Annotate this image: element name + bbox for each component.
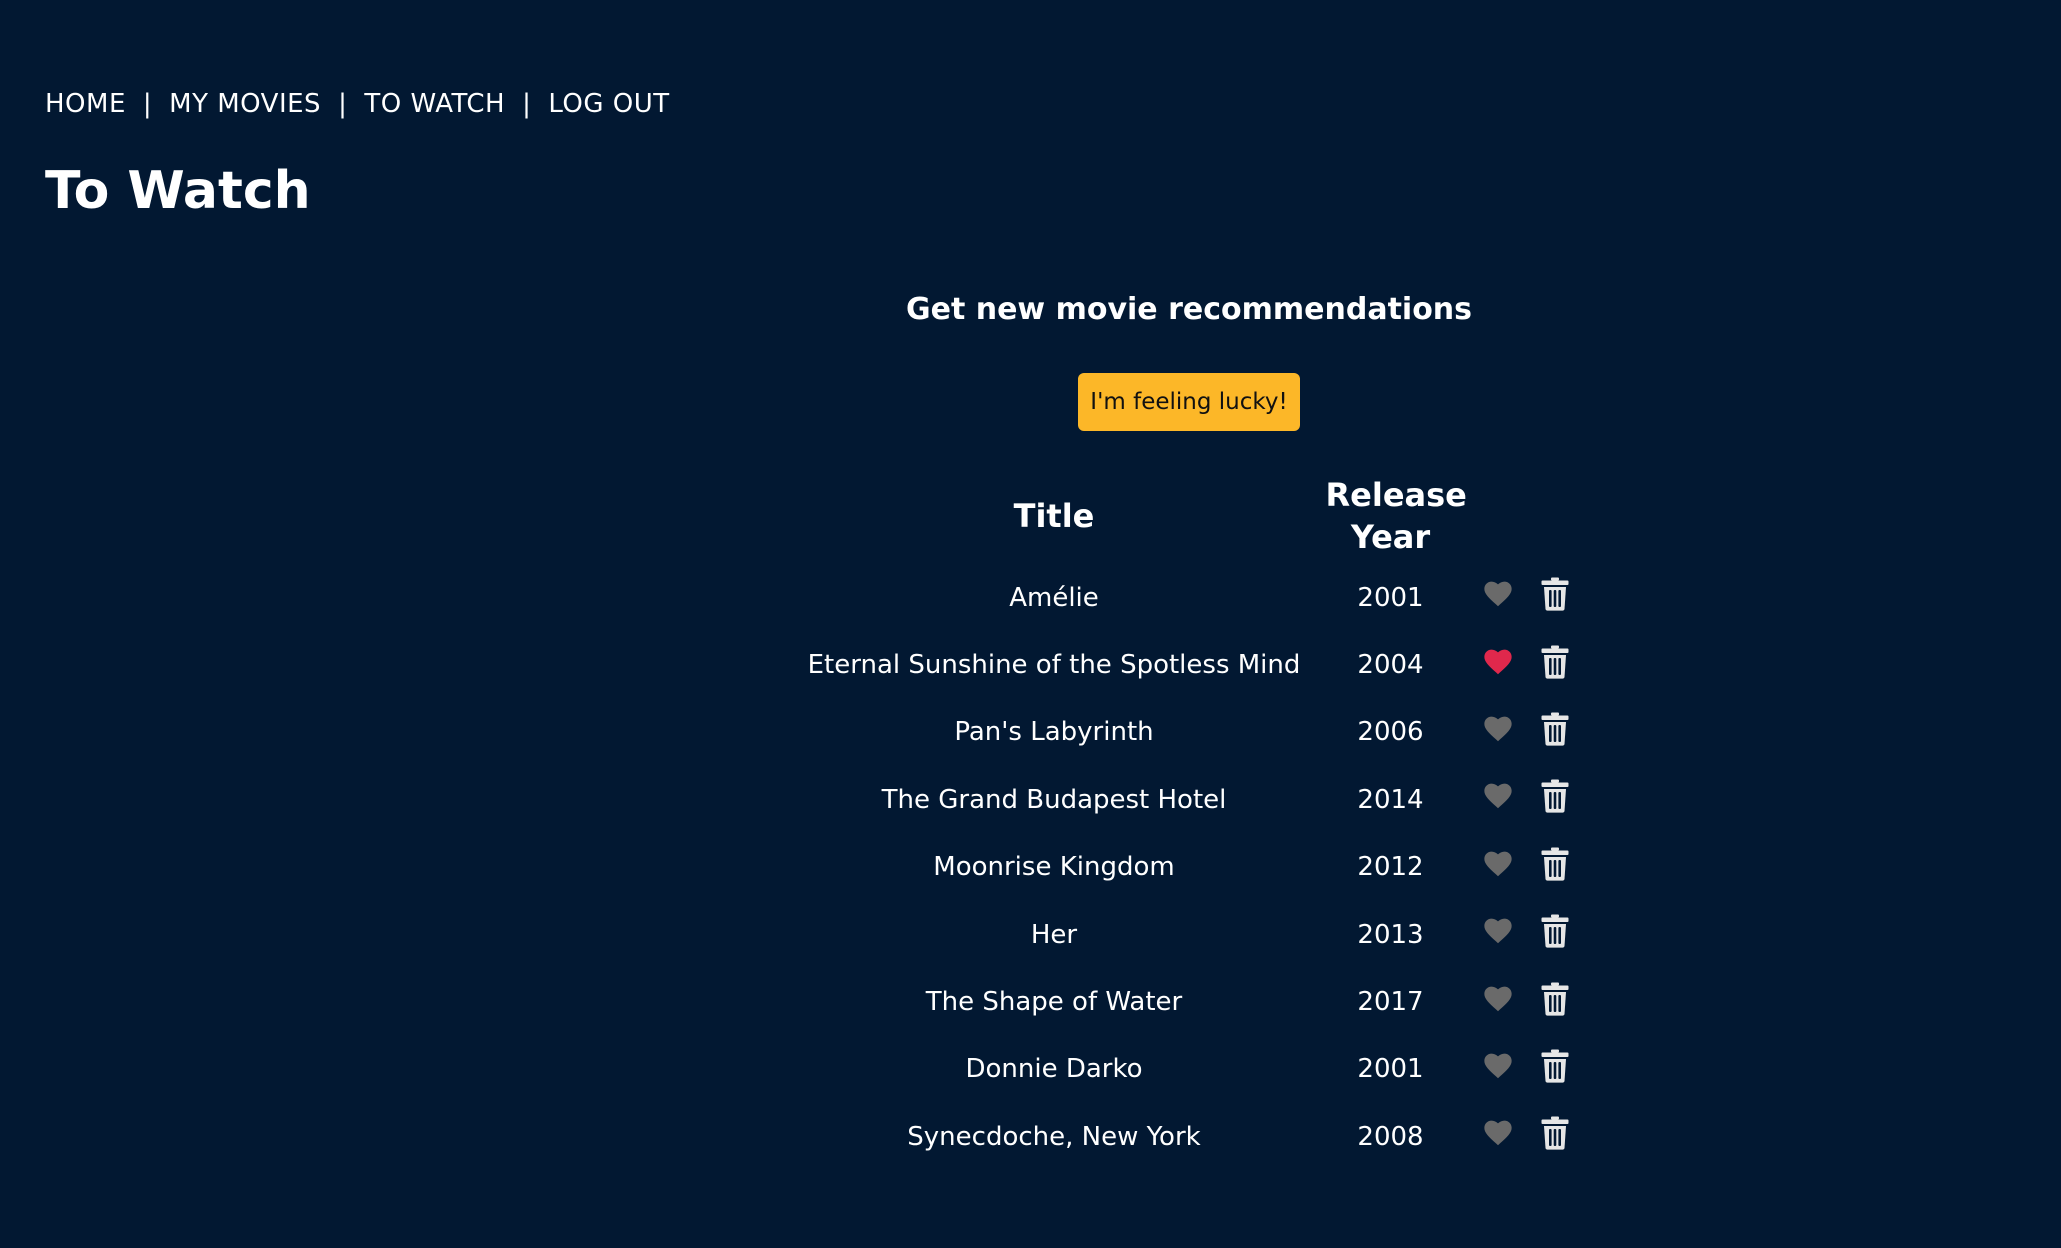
movie-title: The Grand Budapest Hotel xyxy=(881,784,1227,815)
table-row: Pan's Labyrinth 2006 xyxy=(800,699,1587,766)
table-header-row: Title Release Year xyxy=(800,468,1587,564)
table-row: Eternal Sunshine of the Spotless Mind 20… xyxy=(800,631,1587,698)
movie-title: Synecdoche, New York xyxy=(907,1121,1201,1152)
heart-icon[interactable] xyxy=(1484,1053,1512,1079)
recommendations-action: I'm feeling lucky! xyxy=(1078,373,1300,431)
movie-title: Donnie Darko xyxy=(965,1054,1143,1085)
trash-icon[interactable] xyxy=(1541,577,1569,611)
favorite-cell xyxy=(1473,968,1523,1035)
trash-icon[interactable] xyxy=(1541,982,1569,1016)
delete-cell xyxy=(1523,834,1587,901)
page-title: To Watch xyxy=(45,161,311,221)
trash-icon[interactable] xyxy=(1541,1049,1569,1083)
movie-year: 2017 xyxy=(1357,987,1424,1018)
movie-year: 2001 xyxy=(1357,1054,1424,1085)
heart-icon[interactable] xyxy=(1484,581,1512,607)
movie-year: 2008 xyxy=(1357,1121,1424,1152)
heart-icon[interactable] xyxy=(1484,986,1512,1012)
favorite-cell xyxy=(1473,1103,1523,1170)
trash-icon[interactable] xyxy=(1541,645,1569,679)
trash-icon[interactable] xyxy=(1541,847,1569,881)
nav-home-link[interactable]: HOME xyxy=(45,89,126,119)
trash-icon[interactable] xyxy=(1541,779,1569,813)
table-row: Her 2013 xyxy=(800,901,1587,968)
release-year-column-header: Release Year xyxy=(1308,468,1473,564)
movie-title: Amélie xyxy=(1009,582,1099,613)
movie-year: 2014 xyxy=(1357,784,1424,815)
heart-icon[interactable] xyxy=(1484,918,1512,944)
favorite-cell xyxy=(1473,901,1523,968)
movie-year: 2006 xyxy=(1357,717,1424,748)
table-row: Amélie 2001 xyxy=(800,564,1587,631)
nav-my-movies-link[interactable]: MY MOVIES xyxy=(169,89,321,119)
delete-cell xyxy=(1523,1103,1587,1170)
movie-title: Pan's Labyrinth xyxy=(954,717,1154,748)
table-row: The Grand Budapest Hotel 2014 xyxy=(800,766,1587,833)
trash-icon[interactable] xyxy=(1541,712,1569,746)
delete-cell xyxy=(1523,1036,1587,1103)
favorite-cell xyxy=(1473,834,1523,901)
favorite-cell xyxy=(1473,1036,1523,1103)
movie-title: Eternal Sunshine of the Spotless Mind xyxy=(807,650,1301,681)
delete-cell xyxy=(1523,564,1587,631)
nav-separator: | xyxy=(142,89,153,119)
trash-icon[interactable] xyxy=(1541,914,1569,948)
favorite-cell xyxy=(1473,564,1523,631)
nav-log-out-link[interactable]: LOG OUT xyxy=(548,89,669,119)
delete-cell xyxy=(1523,631,1587,698)
heart-icon[interactable] xyxy=(1484,1120,1512,1146)
nav-to-watch-link[interactable]: TO WATCH xyxy=(364,89,505,119)
delete-cell xyxy=(1523,901,1587,968)
delete-column-header xyxy=(1523,468,1587,564)
movie-year: 2013 xyxy=(1357,919,1424,950)
feeling-lucky-button[interactable]: I'm feeling lucky! xyxy=(1078,373,1300,431)
favorite-cell xyxy=(1473,699,1523,766)
movie-year: 2012 xyxy=(1357,852,1424,883)
table-row: Moonrise Kingdom 2012 xyxy=(800,834,1587,901)
movie-rows: Amélie 2001 Eternal Sunshine of the Spot… xyxy=(800,564,1587,1171)
recommendations-heading: Get new movie recommendations xyxy=(905,292,1473,327)
movie-title: Her xyxy=(1030,919,1078,950)
movie-title: Moonrise Kingdom xyxy=(933,852,1175,883)
heart-icon[interactable] xyxy=(1484,783,1512,809)
nav-separator: | xyxy=(522,89,532,119)
trash-icon[interactable] xyxy=(1541,1116,1569,1150)
release-year-header-text: Release Year xyxy=(1325,476,1467,556)
delete-cell xyxy=(1523,968,1587,1035)
delete-cell xyxy=(1523,766,1587,833)
nav-separator: | xyxy=(338,89,348,119)
movie-year: 2001 xyxy=(1357,582,1424,613)
heart-icon[interactable] xyxy=(1484,851,1512,877)
title-column-header: Title xyxy=(1013,497,1095,535)
to-watch-table: Title Release Year Amélie 2001 Eternal S… xyxy=(800,468,1587,1171)
table-row: Synecdoche, New York 2008 xyxy=(800,1103,1587,1170)
delete-cell xyxy=(1523,699,1587,766)
favorite-cell xyxy=(1473,631,1523,698)
table-row: The Shape of Water 2017 xyxy=(800,968,1587,1035)
favorite-column-header xyxy=(1473,468,1523,564)
movie-title: The Shape of Water xyxy=(925,987,1183,1018)
movie-year: 2004 xyxy=(1357,650,1424,681)
heart-icon[interactable] xyxy=(1484,716,1512,742)
favorite-cell xyxy=(1473,766,1523,833)
table-row: Donnie Darko 2001 xyxy=(800,1036,1587,1103)
main-nav: HOME | MY MOVIES | TO WATCH | LOG OUT xyxy=(45,86,670,122)
heart-icon[interactable] xyxy=(1484,649,1512,675)
